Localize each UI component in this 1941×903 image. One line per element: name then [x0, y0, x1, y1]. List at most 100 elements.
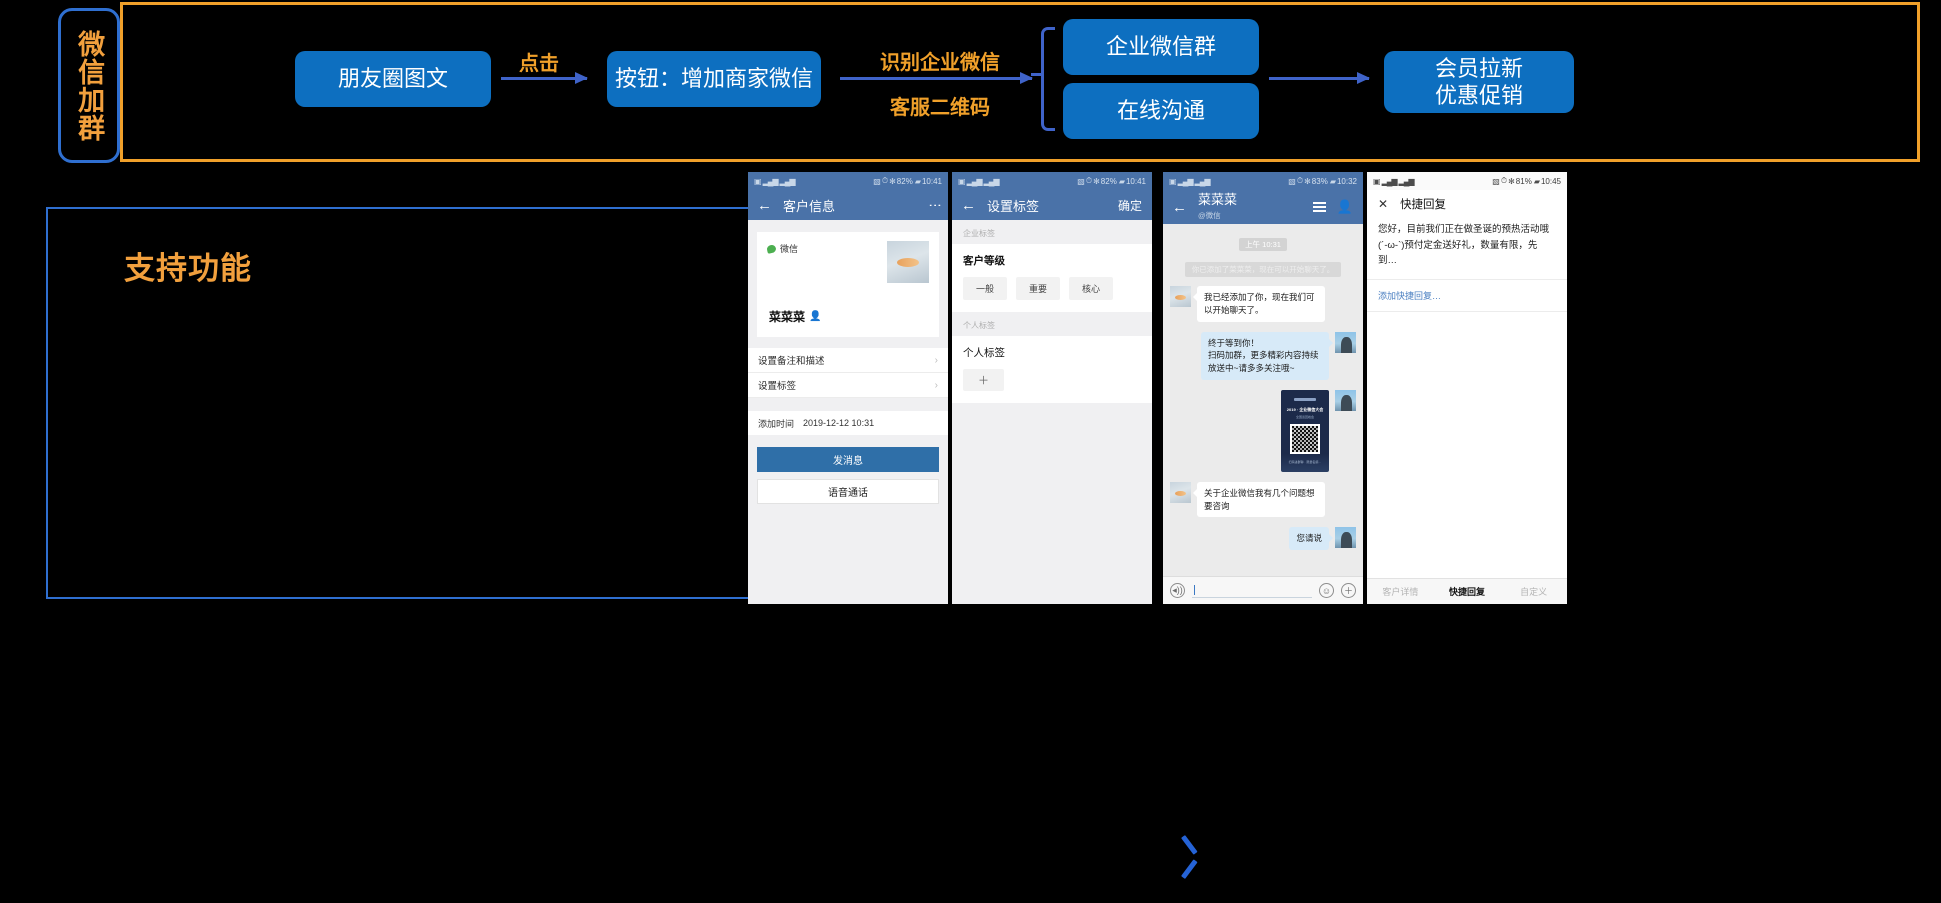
tab-quick-reply[interactable]: 快捷回复: [1434, 585, 1501, 598]
chat-timestamp: 上午 10:31: [1170, 234, 1356, 252]
flow-arrow-3: [1269, 72, 1370, 84]
flow-frame: 朋友圈图文 点击 按钮：增加商家微信 识别企业微信 客服二维码 企业微信群 在线…: [120, 2, 1920, 162]
chat-app-bar: ← 菜菜菜 @微信 👤: [1163, 190, 1363, 224]
flow-box-work-wechat-group: 企业微信群: [1063, 19, 1259, 75]
quick-reply-message[interactable]: 您好，目前我们正在做圣诞的预热活动哦(´-ω-`)预付定金送好礼，数量有限，先到…: [1367, 218, 1567, 281]
status-signal-icons: ▣ ▂▄▆ ▂▄▆: [754, 176, 796, 186]
added-time-label: 添加时间: [758, 418, 795, 429]
chat-message-row: 我已经添加了你，现在我们可以开始聊天了。: [1170, 286, 1356, 322]
chat-message-row: 终于等到你！ 扫码加群，更多精彩内容持续放送中~请多多关注哦~: [1170, 331, 1356, 380]
chat-app-bar-actions: 👤: [1312, 199, 1353, 215]
status-right: ▧ ⏱ ✻ 83% ▰ 10:32: [1288, 176, 1357, 186]
chat-bubble-incoming: 关于企业微信我有几个问题想要咨询: [1193, 481, 1325, 518]
chat-bubble-outgoing: 终于等到你！ 扫码加群，更多精彩内容持续放送中~请多多关注哦~: [1201, 331, 1333, 380]
chat-contact-subtitle: @微信: [1198, 211, 1221, 220]
chat-message-row: 关于企业微信我有几个问题想要咨询: [1170, 481, 1356, 518]
chat-message-row-image: 2019 · 企业微信大会 全国巡回峰会 扫码进群聊 · 限量名额…: [1170, 389, 1356, 472]
page-title: 客户信息: [783, 198, 836, 214]
page-title: 设置标签: [987, 198, 1040, 214]
flow-label-click: 点击: [519, 53, 559, 75]
row-set-tags-label: 设置标签: [758, 381, 797, 392]
support-features-title: 支持功能: [124, 251, 252, 286]
contact-name-row: 菜菜菜 👤: [769, 308, 821, 325]
status-signal-icons: ▣ ▂▄▆ ▂▄▆: [958, 176, 1000, 186]
flow-arrow-1: [501, 72, 588, 84]
customer-level-block: 客户等级 一般 重要 核心: [952, 244, 1152, 312]
customer-level-label: 客户等级: [963, 255, 1005, 267]
avatar: [1170, 481, 1191, 503]
page-filler: [952, 403, 1152, 604]
phone-screenshot-customer-info: ▣ ▂▄▆ ▂▄▆ ▧ ⏱ ✻ 82% ▰ 10:41 ← 客户信息 ⋮ 微信 菜菜菜…: [748, 172, 948, 604]
chat-title-wrap: 菜菜菜 @微信: [1198, 192, 1237, 222]
tag-important[interactable]: 重要: [1016, 277, 1061, 300]
battery-percent: 83%: [1311, 176, 1328, 186]
add-quick-reply-link[interactable]: 添加快捷回复…: [1367, 280, 1567, 313]
flow-label-recognize-line1: 识别企业微信: [880, 52, 1000, 74]
chat-text-input[interactable]: [1192, 583, 1312, 598]
tab-customer-details[interactable]: 客户详情: [1367, 585, 1434, 598]
chat-timestamp-label: 上午 10:31: [1239, 238, 1287, 251]
back-icon[interactable]: ←: [961, 198, 976, 213]
back-icon[interactable]: ←: [757, 198, 772, 213]
status-bar: ▣ ▂▄▆ ▂▄▆ ▧ ⏱ ✻ 83% ▰ 10:32: [1163, 172, 1363, 190]
chevron-right-icon: ›: [934, 354, 938, 366]
flow-box-member-promo: 会员拉新 优惠促销: [1384, 51, 1574, 113]
wechat-icon: [766, 243, 777, 254]
flow-box-member-promo-line2: 优惠促销: [1434, 83, 1523, 108]
status-time: 10:41: [921, 176, 942, 186]
back-icon[interactable]: ←: [1172, 200, 1187, 215]
status-bar: ▣ ▂▄▆ ▂▄▆ ▧ ⏱ ✻ 81% ▰ 10:45: [1367, 172, 1567, 190]
added-time-row: 添加时间 2019-12-12 10:31: [748, 411, 948, 435]
avatar: [1170, 286, 1191, 307]
qr-poster-card[interactable]: 2019 · 企业微信大会 全国巡回峰会 扫码进群聊 · 限量名额…: [1281, 389, 1329, 472]
row-set-tags[interactable]: 设置标签 ›: [748, 373, 948, 398]
row-set-remark[interactable]: 设置备注和描述 ›: [748, 348, 948, 373]
voice-icon[interactable]: ◂)): [1170, 583, 1185, 598]
status-time: 10:45: [1540, 176, 1561, 186]
flow-brace: [1041, 27, 1055, 131]
emoji-icon[interactable]: ☺: [1319, 583, 1334, 598]
overflow-menu-icon[interactable]: ⋮: [928, 199, 943, 212]
battery-percent: 82%: [896, 176, 913, 186]
app-bar: ← 设置标签 确定: [952, 190, 1152, 220]
qr-code-image: [1290, 423, 1320, 454]
battery-percent: 81%: [1515, 176, 1532, 186]
send-message-button[interactable]: 发消息: [757, 447, 939, 472]
customer-level-tag-row: 一般 重要 核心: [963, 277, 1141, 300]
confirm-button[interactable]: 确定: [1118, 197, 1142, 214]
tab-custom[interactable]: 自定义: [1500, 585, 1567, 598]
chevron-right-icon: ›: [934, 379, 938, 391]
flow-box-add-merchant: 按钮：增加商家微信: [607, 51, 821, 107]
close-icon[interactable]: ✕: [1378, 197, 1388, 211]
tag-normal[interactable]: 一般: [963, 277, 1008, 300]
section-header-personal-tags: 个人标签: [952, 312, 1152, 336]
flow-badge: 微信加群: [58, 8, 120, 163]
flow-badge-label: 微信加群: [74, 29, 105, 142]
flow-brace-connector: [1031, 73, 1043, 76]
status-bar: ▣ ▂▄▆ ▂▄▆ ▧ ⏱ ✻ 82% ▰ 10:41: [952, 172, 1152, 190]
chat-input-bar: ◂)) ☺ ＋: [1163, 576, 1363, 604]
poster-subtitle: 全国巡回峰会: [1295, 414, 1314, 419]
section-header-enterprise-tags: 企业标签: [952, 220, 1152, 244]
app-bar-right: ⋮: [928, 199, 943, 212]
tag-core[interactable]: 核心: [1069, 277, 1114, 300]
avatar: [1335, 527, 1356, 549]
chat-message-list[interactable]: 上午 10:31 你已添加了菜菜菜，现在可以开始聊天了。 我已经添加了你，现在我…: [1163, 224, 1363, 583]
status-signal-icons: ▣ ▂▄▆ ▂▄▆: [1373, 176, 1415, 186]
chat-message-row: 您请说: [1170, 527, 1356, 550]
phone-screenshot-set-tags: ▣ ▂▄▆ ▂▄▆ ▧ ⏱ ✻ 82% ▰ 10:41 ← 设置标签 确定 企业标签 客…: [952, 172, 1152, 604]
plus-icon[interactable]: ＋: [1341, 583, 1356, 598]
next-slide-chevron-icon[interactable]: [1178, 838, 1204, 876]
contact-card: 微信 菜菜菜 👤: [757, 232, 939, 337]
personal-tags-block: 个人标签 ＋: [952, 336, 1152, 403]
phone-screenshot-chat: ▣ ▂▄▆ ▂▄▆ ▧ ⏱ ✻ 83% ▰ 10:32 ← 菜菜菜 @微信 👤 上午 1…: [1163, 172, 1363, 604]
menu-icon[interactable]: [1312, 199, 1326, 214]
settings-list: 设置备注和描述 › 设置标签 ›: [748, 348, 948, 398]
flow-box-moments: 朋友圈图文: [295, 51, 491, 107]
person-icon[interactable]: 👤: [1337, 199, 1353, 215]
avatar: [1335, 389, 1356, 411]
voice-call-button[interactable]: 语音通话: [757, 479, 939, 504]
status-time: 10:32: [1336, 176, 1357, 186]
status-time: 10:41: [1125, 176, 1146, 186]
add-tag-button[interactable]: ＋: [963, 369, 1004, 391]
